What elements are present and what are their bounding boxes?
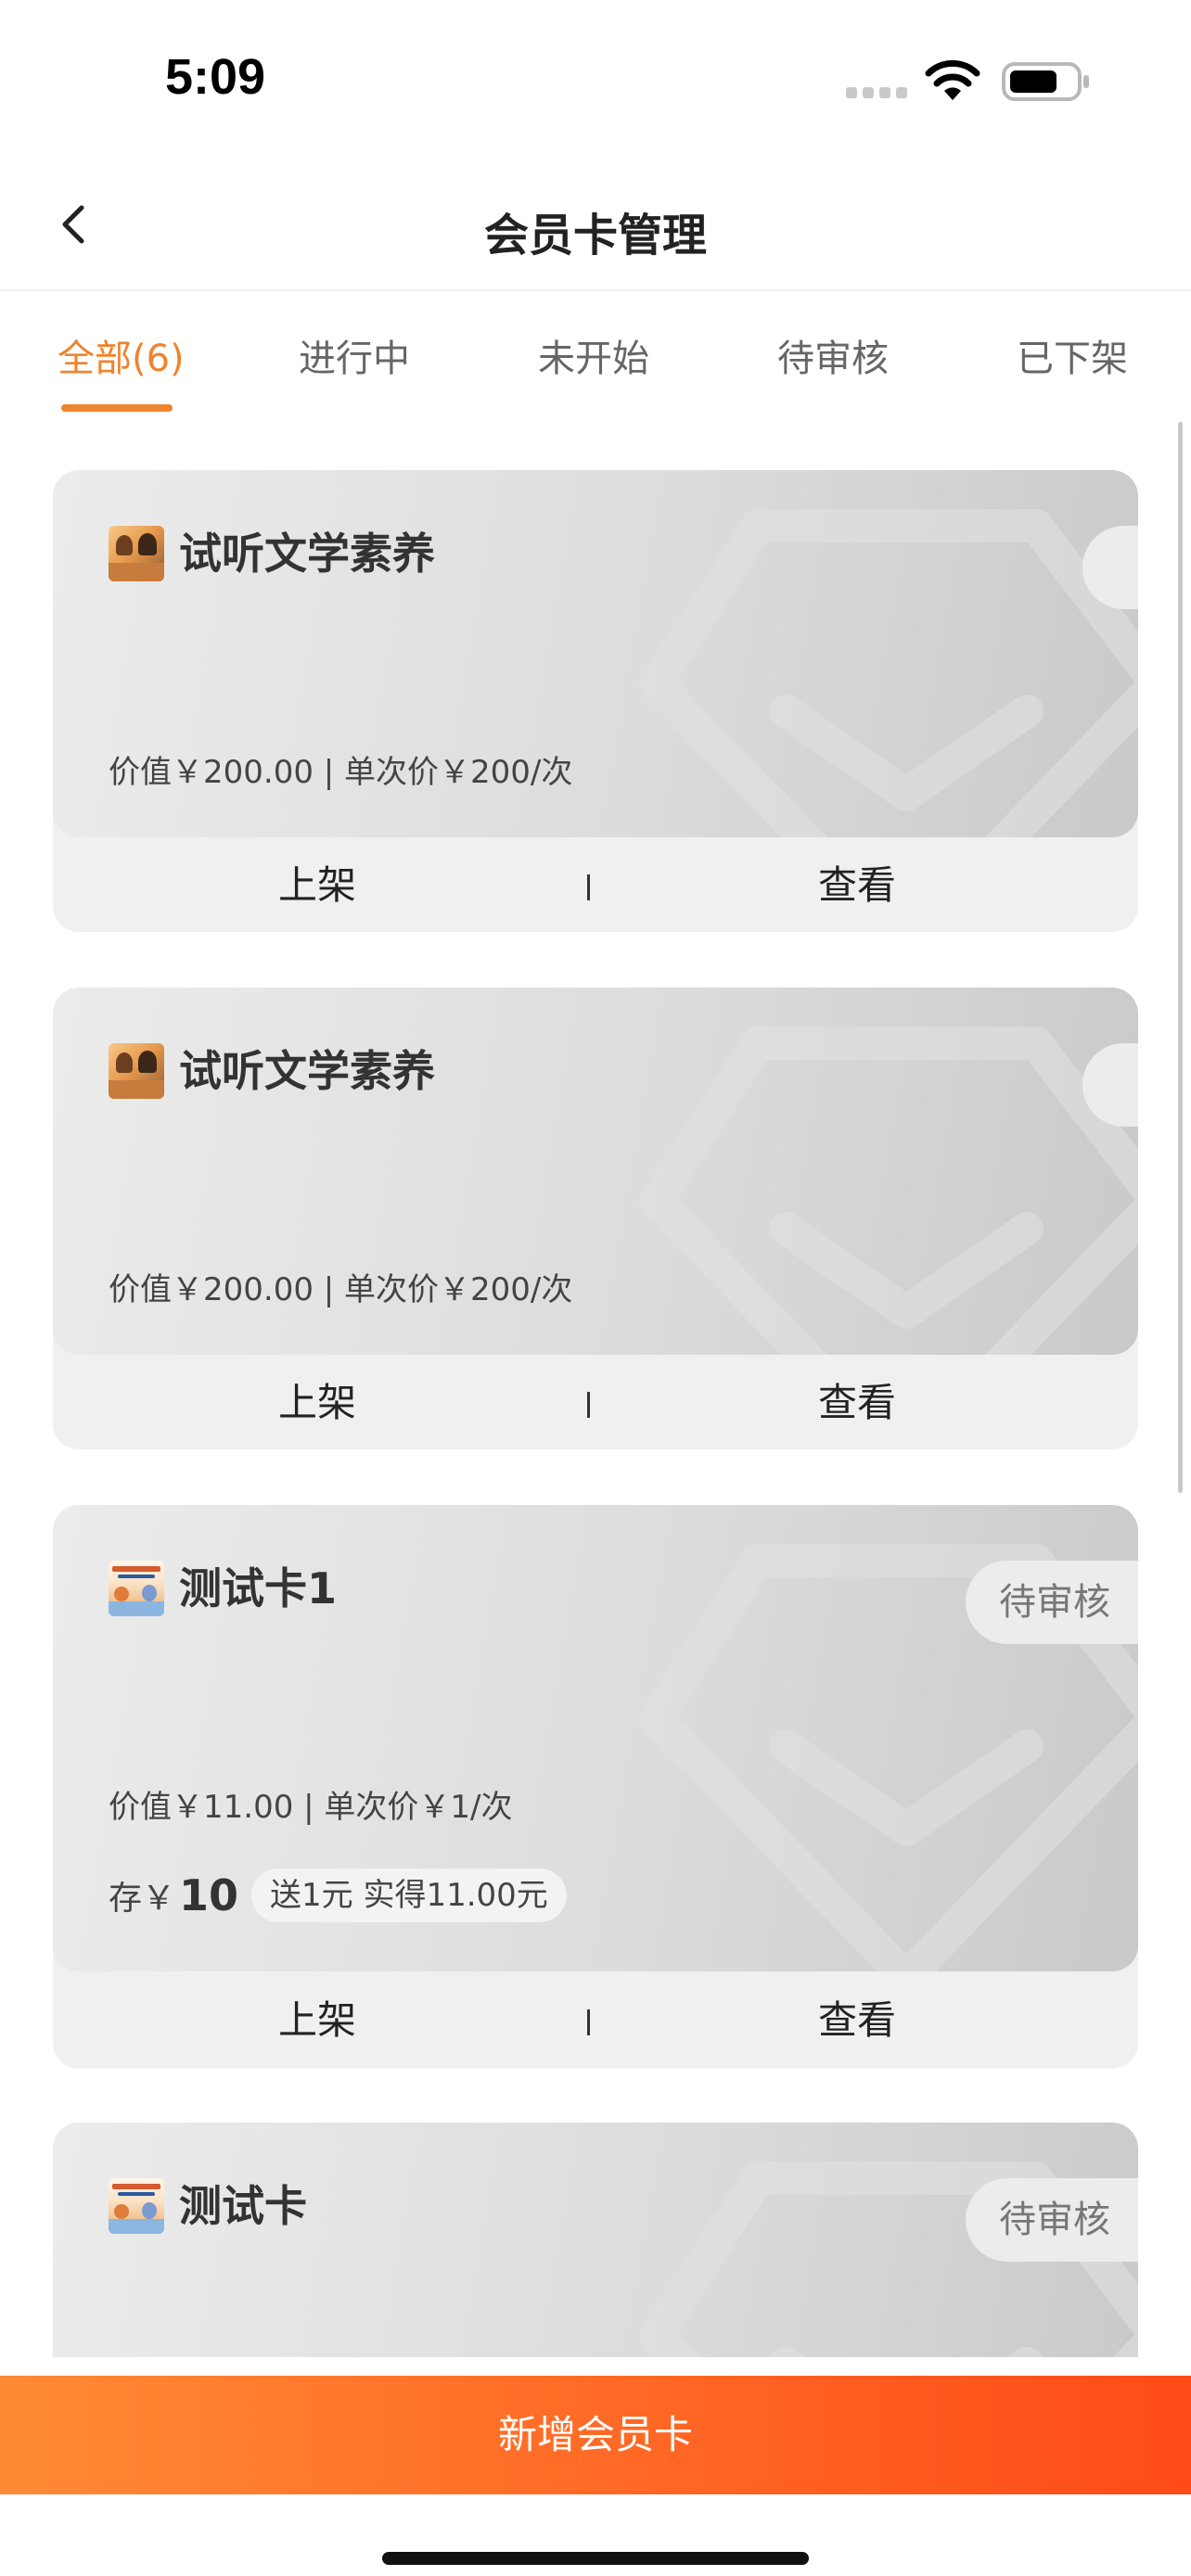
tab-delisted[interactable]: 已下架 [1017,328,1128,382]
tab-pending-review[interactable]: 待审核 [777,328,889,382]
home-indicator[interactable] [382,2552,809,2565]
page-title: 会员卡管理 [483,210,707,261]
scrollbar[interactable] [1178,422,1183,1493]
status-bar: 5:09 [0,0,1191,158]
card-thumbnail [109,1043,164,1099]
card-price: 价值￥200.00 | 单次价￥200/次 [109,1271,573,1308]
action-divider [587,2009,590,2035]
card-price: 价值￥200.00 | 单次价￥200/次 [109,754,573,791]
membership-card: 测试卡 待审核 [53,2123,1138,2357]
tab-bar: 全部(6) 进行中 未开始 待审核 已下架 [0,293,1191,414]
list-button[interactable]: 上架 [178,1357,456,1449]
deposit-amount: 10 [179,1870,239,1920]
card-name: 试听文学素养 [179,1046,435,1096]
card-actions: 上架 查看 [53,1974,1138,2067]
diamond-watermark-icon [639,509,1138,837]
view-button[interactable]: 查看 [718,1974,996,2067]
action-divider [587,1392,590,1418]
status-badge: 待审核 [966,2178,1138,2262]
card-face[interactable]: 试听文学素养 价值￥200.00 | 单次价￥200/次 [53,988,1138,1355]
card-price: 价值￥11.00 | 单次价￥1/次 [109,1789,513,1826]
card-face[interactable]: 测试卡1 待审核 价值￥11.00 | 单次价￥1/次 存￥ 10 送1元 实得… [53,1505,1138,1971]
deposit-bonus-pill: 送1元 实得11.00元 [251,1868,567,1922]
card-name: 试听文学素养 [179,529,435,579]
card-deposit: 存￥ 10 送1元 实得11.00元 [109,1868,567,1922]
membership-card: 测试卡1 待审核 价值￥11.00 | 单次价￥1/次 存￥ 10 送1元 实得… [53,1505,1138,2069]
action-divider [587,874,590,900]
view-button[interactable]: 查看 [718,1357,996,1449]
card-face[interactable]: 试听文学素养 价值￥200.00 | 单次价￥200/次 [53,470,1138,837]
card-thumbnail [109,526,164,581]
active-tab-indicator [61,404,173,412]
add-membership-card-button[interactable]: 新增会员卡 [0,2376,1191,2494]
tab-all[interactable]: 全部(6) [58,328,185,382]
cellular-signal-icon [846,87,907,98]
card-face[interactable]: 测试卡 待审核 [53,2123,1138,2357]
tab-in-progress[interactable]: 进行中 [299,328,410,382]
navigation-bar: 会员卡管理 [0,158,1191,291]
card-actions: 上架 查看 [53,839,1138,932]
tab-not-started[interactable]: 未开始 [538,328,649,382]
screen: 5:09 会员卡管理 全部(6) 进行中 未开始 待审核 已下架 试听文学素养 … [0,0,1191,2576]
view-button[interactable]: 查看 [718,839,996,932]
card-actions: 上架 查看 [53,1357,1138,1449]
card-name: 测试卡1 [179,1563,338,1613]
status-time: 5:09 [165,49,266,105]
deposit-prefix: 存￥ [109,1880,176,1918]
membership-card: 试听文学素养 价值￥200.00 | 单次价￥200/次 上架 查看 [53,470,1138,932]
card-thumbnail [109,2178,164,2234]
diamond-watermark-icon [639,1027,1138,1355]
card-list[interactable]: 试听文学素养 价值￥200.00 | 单次价￥200/次 上架 查看 试听文学素… [0,414,1191,2357]
list-button[interactable]: 上架 [178,839,456,932]
membership-card: 试听文学素养 价值￥200.00 | 单次价￥200/次 上架 查看 [53,988,1138,1449]
wifi-icon [925,59,980,100]
status-badge: 待审核 [966,1561,1138,1644]
card-thumbnail [109,1561,164,1616]
battery-icon [1002,62,1089,101]
list-button[interactable]: 上架 [178,1974,456,2067]
card-name: 测试卡 [179,2181,307,2231]
